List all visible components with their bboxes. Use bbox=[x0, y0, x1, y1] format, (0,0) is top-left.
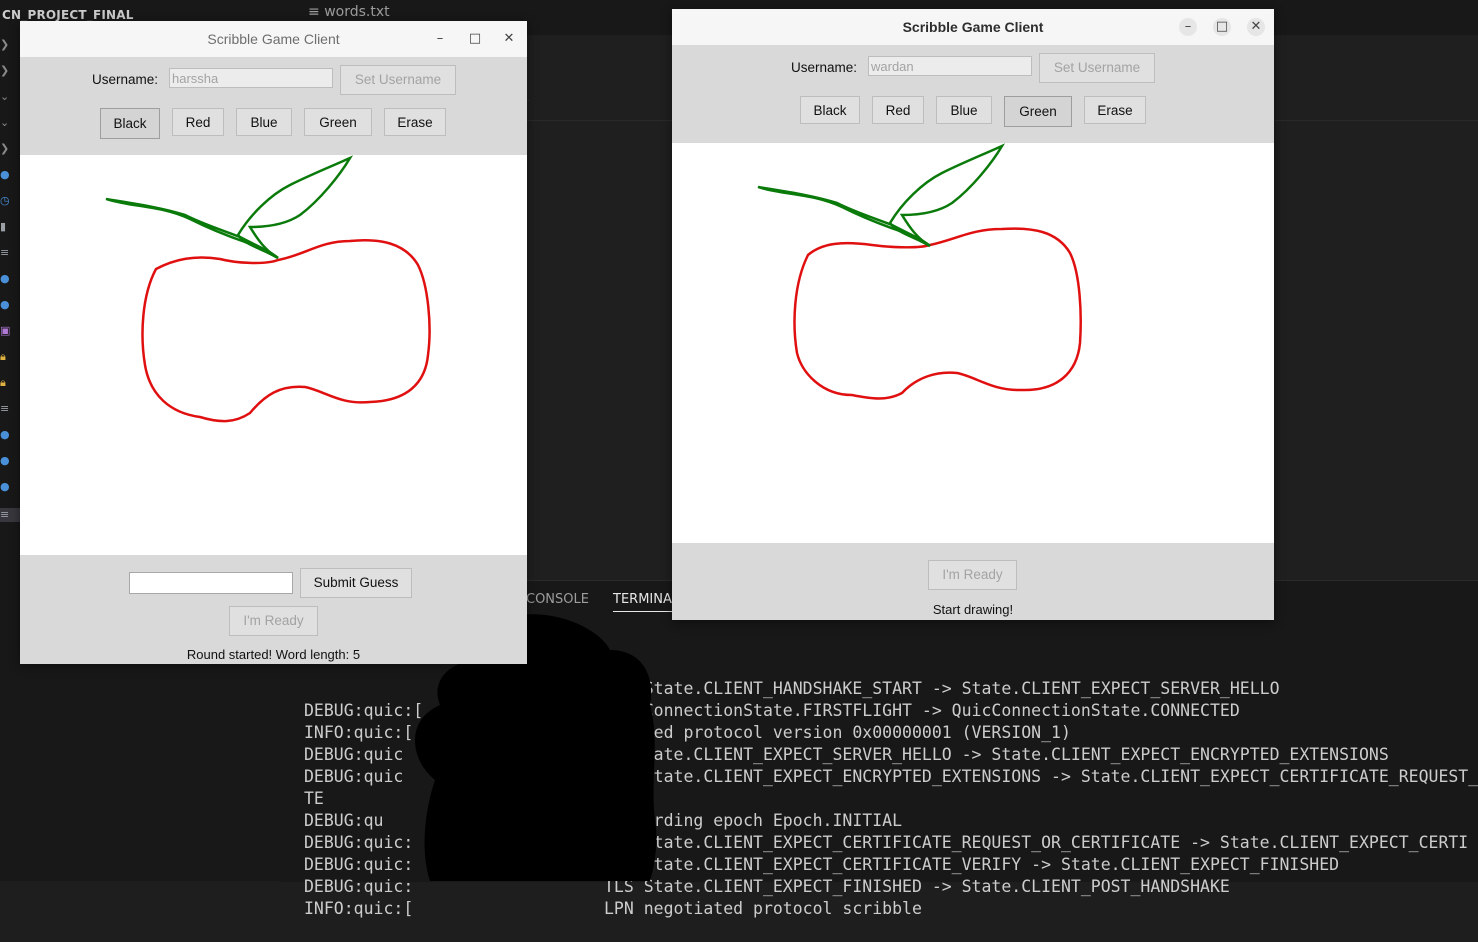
color-red-button[interactable]: Red bbox=[872, 96, 924, 124]
window-title: Scribble Game Client bbox=[207, 31, 340, 47]
python-file-icon[interactable]: ● bbox=[0, 168, 14, 182]
color-black-button[interactable]: Black bbox=[800, 96, 860, 124]
terminal-line-message: TLS State.CLIENT_EXPECT_FINISHED -> Stat… bbox=[604, 877, 1230, 896]
text-file-icon[interactable]: ≡ bbox=[0, 508, 20, 522]
close-icon[interactable]: ✕ bbox=[1247, 18, 1265, 36]
python-file-icon[interactable]: ● bbox=[0, 428, 14, 442]
editor-tab-words[interactable]: ≡ words.txt bbox=[308, 4, 390, 20]
text-file-icon[interactable]: ≡ bbox=[0, 402, 14, 416]
lock-icon[interactable]: 🔒︎ bbox=[0, 350, 14, 364]
username-label: Username: bbox=[92, 72, 159, 87]
status-text: Round started! Word length: 5 bbox=[186, 647, 361, 662]
status-text: Start drawing! bbox=[932, 602, 1014, 617]
terminal-line: INFO:quic:[ LPN negotiated protocol scrib… bbox=[304, 898, 1478, 920]
submit-guess-button[interactable]: Submit Guess bbox=[300, 568, 412, 598]
editor-tab-label: words.txt bbox=[324, 4, 390, 20]
maximize-icon[interactable]: □ bbox=[466, 30, 484, 48]
client-window-harssha: Scribble Game Client – □ ✕ Username: har… bbox=[20, 21, 527, 664]
color-green-button[interactable]: Green bbox=[304, 108, 372, 136]
guess-input[interactable] bbox=[129, 572, 293, 594]
erase-button[interactable]: Erase bbox=[1084, 96, 1146, 124]
terminal-line-message: QuicConnectionState.FIRSTFLIGHT -> QuicC… bbox=[604, 701, 1240, 720]
close-icon[interactable]: ✕ bbox=[500, 30, 518, 48]
clock-icon[interactable]: ◷ bbox=[0, 194, 14, 208]
set-username-button[interactable]: Set Username bbox=[1039, 53, 1155, 83]
python-file-icon[interactable]: ● bbox=[0, 480, 14, 494]
terminal-line-message: TLS State.CLIENT_HANDSHAKE_START -> Stat… bbox=[604, 679, 1280, 698]
chevron-down-icon[interactable]: ⌄ bbox=[0, 90, 14, 104]
terminal-line-message: TLS State.CLIENT_EXPECT_CERTIFICATE_REQU… bbox=[604, 833, 1469, 852]
terminal-line-message: ated protocol version 0x00000001 (VERSIO… bbox=[604, 723, 1071, 742]
color-green-button[interactable]: Green bbox=[1004, 96, 1072, 127]
ready-button[interactable]: I'm Ready bbox=[928, 560, 1017, 590]
color-red-button[interactable]: Red bbox=[172, 108, 224, 136]
terminal-line-prefix: INFO:quic:[ bbox=[304, 899, 414, 918]
terminal-line-prefix: TE bbox=[304, 789, 324, 808]
username-input[interactable]: harssha bbox=[169, 68, 333, 88]
color-black-button[interactable]: Black bbox=[100, 108, 160, 139]
minimize-icon[interactable]: – bbox=[431, 30, 449, 48]
minimize-icon[interactable]: – bbox=[1179, 18, 1197, 36]
color-blue-button[interactable]: Blue bbox=[236, 108, 292, 136]
database-file-icon[interactable]: ▮ bbox=[0, 220, 14, 234]
client-window-wardan: Scribble Game Client – □ ✕ Username: war… bbox=[672, 9, 1274, 620]
terminal-line-message: LPN negotiated protocol scribble bbox=[604, 899, 922, 918]
python-file-icon[interactable]: ● bbox=[0, 298, 14, 312]
apple-drawing bbox=[105, 155, 431, 423]
python-file-icon[interactable]: ● bbox=[0, 272, 14, 286]
ready-button[interactable]: I'm Ready bbox=[229, 606, 318, 636]
window-title: Scribble Game Client bbox=[902, 19, 1044, 35]
username-label: Username: bbox=[791, 60, 858, 75]
maximize-icon[interactable]: □ bbox=[1213, 18, 1231, 36]
set-username-button[interactable]: Set Username bbox=[340, 65, 456, 95]
explorer-title: CN_PROJECT_FINAL bbox=[2, 8, 134, 22]
python-file-icon[interactable]: ● bbox=[0, 454, 14, 468]
drawing-canvas[interactable] bbox=[672, 143, 1274, 543]
username-input[interactable]: wardan bbox=[868, 56, 1032, 76]
terminal-line-message: TLS State.CLIENT_EXPECT_ENCRYPTED_EXTENS… bbox=[604, 767, 1478, 786]
lock-icon[interactable]: 🔒︎ bbox=[0, 376, 14, 390]
chevron-right-icon[interactable]: ❯ bbox=[0, 38, 14, 52]
text-file-icon[interactable]: ≡ bbox=[0, 246, 14, 260]
apple-drawing bbox=[757, 143, 1082, 400]
terminal-line-message: State.CLIENT_EXPECT_SERVER_HELLO -> Stat… bbox=[604, 745, 1389, 764]
chevron-right-icon[interactable]: ❯ bbox=[0, 64, 14, 78]
terminal-line-message: TLS State.CLIENT_EXPECT_CERTIFICATE_VERI… bbox=[604, 855, 1340, 874]
chevron-down-icon[interactable]: ⌄ bbox=[0, 116, 14, 130]
image-file-icon[interactable]: ▣ bbox=[0, 324, 14, 338]
color-blue-button[interactable]: Blue bbox=[936, 96, 992, 124]
tab-terminal[interactable]: TERMINAL bbox=[613, 592, 680, 612]
chevron-right-icon[interactable]: ❯ bbox=[0, 142, 14, 156]
window-titlebar[interactable]: Scribble Game Client bbox=[20, 21, 527, 57]
tab-console[interactable]: CONSOLE bbox=[526, 592, 589, 607]
drawing-canvas[interactable] bbox=[20, 155, 527, 555]
erase-button[interactable]: Erase bbox=[384, 108, 446, 136]
